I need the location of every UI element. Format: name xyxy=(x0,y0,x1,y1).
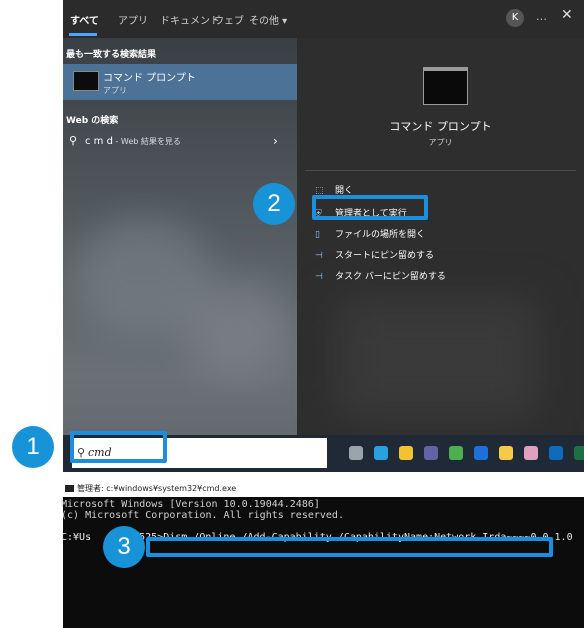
file-explorer-icon[interactable] xyxy=(399,446,413,460)
tab-documents[interactable]: ドキュメント xyxy=(160,12,220,27)
action-label: スタートにピン留めする xyxy=(335,251,435,261)
task-view-icon[interactable] xyxy=(349,446,363,460)
best-match-heading: 最も一致する検索結果 xyxy=(66,50,157,60)
web-search-result[interactable]: ⚲ c m d - Web 結果を見る › xyxy=(63,128,297,156)
step-3-badge: 3 xyxy=(103,526,145,568)
prompt-path: C:¥Us xyxy=(61,532,92,543)
paint-icon[interactable] xyxy=(524,446,538,460)
console-line: Microsoft Windows [Version 10.0.19044.24… xyxy=(61,499,320,510)
web-query: c m d xyxy=(85,136,113,147)
divider xyxy=(305,170,576,171)
chevron-right-icon: › xyxy=(273,134,278,148)
action-open-file-location[interactable]: ▯ ファイルの場所を開く xyxy=(315,227,425,240)
outlook-icon[interactable] xyxy=(549,446,563,460)
folder-icon: ▯ xyxy=(315,230,320,240)
filter-tab-bar: すべて アプリ ドキュメント ウェブ その他 ▾ K … ✕ xyxy=(63,0,584,38)
web-query-text: c m d - Web 結果を見る xyxy=(85,136,181,147)
console-line: (c) Microsoft Corporation. All rights re… xyxy=(61,510,344,521)
blur-background xyxy=(183,278,293,378)
web-search-heading: Web の検索 xyxy=(66,116,119,126)
result-subtitle: アプリ xyxy=(103,86,127,95)
tab-more[interactable]: その他 ▾ xyxy=(249,12,287,27)
blur-background xyxy=(337,298,537,418)
tab-all[interactable]: すべて xyxy=(70,12,99,27)
teams-icon[interactable] xyxy=(424,446,438,460)
pin-taskbar-icon: ⊣ xyxy=(315,272,323,282)
pin-start-icon: ⊣ xyxy=(315,251,323,261)
action-pin-to-start[interactable]: ⊣ スタートにピン留めする xyxy=(315,248,434,261)
result-title: コマンド プロンプト xyxy=(103,73,196,84)
highlight-search-box xyxy=(70,431,167,463)
window-titlebar: 管理者: c:¥windows¥system32¥cmd.exe xyxy=(63,481,584,497)
tab-web[interactable]: ウェブ xyxy=(214,12,244,27)
highlight-command xyxy=(146,537,553,557)
command-prompt-icon xyxy=(73,71,99,91)
preview-subtitle: アプリ xyxy=(428,138,453,147)
best-match-result[interactable]: コマンド プロンプト アプリ xyxy=(63,64,297,100)
step-2-badge: 2 xyxy=(253,183,295,225)
tab-apps[interactable]: アプリ xyxy=(118,12,148,27)
cmd-app-icon xyxy=(65,485,74,492)
preview-pane: コマンド プロンプト アプリ ⬚ 開く ⛨ 管理者として実行 ▯ ファイルの場所を開く… xyxy=(297,38,584,435)
edge-icon[interactable] xyxy=(374,446,388,460)
step-1-badge: 1 xyxy=(12,426,54,468)
avatar[interactable]: K xyxy=(506,9,524,27)
web-query-suffix: - Web 結果を見る xyxy=(112,137,181,146)
preview-title: コマンド プロンプト xyxy=(389,120,492,133)
command-prompt-large-icon xyxy=(423,67,468,105)
action-label: ファイルの場所を開く xyxy=(335,230,426,240)
excel-icon[interactable] xyxy=(574,446,584,460)
more-options-icon[interactable]: … xyxy=(536,10,547,23)
highlight-run-as-admin xyxy=(312,195,428,220)
close-icon[interactable]: ✕ xyxy=(561,7,573,23)
chrome-icon[interactable] xyxy=(449,446,463,460)
active-tab-indicator xyxy=(69,33,97,36)
action-pin-to-taskbar[interactable]: ⊣ タスク バーにピン留めする xyxy=(315,269,446,282)
action-label: タスク バーにピン留めする xyxy=(335,272,446,282)
window-title: 管理者: c:¥windows¥system32¥cmd.exe xyxy=(77,484,237,493)
app-blue-icon[interactable] xyxy=(474,446,488,460)
sticky-notes-icon[interactable] xyxy=(499,446,513,460)
search-icon: ⚲ xyxy=(69,134,78,147)
